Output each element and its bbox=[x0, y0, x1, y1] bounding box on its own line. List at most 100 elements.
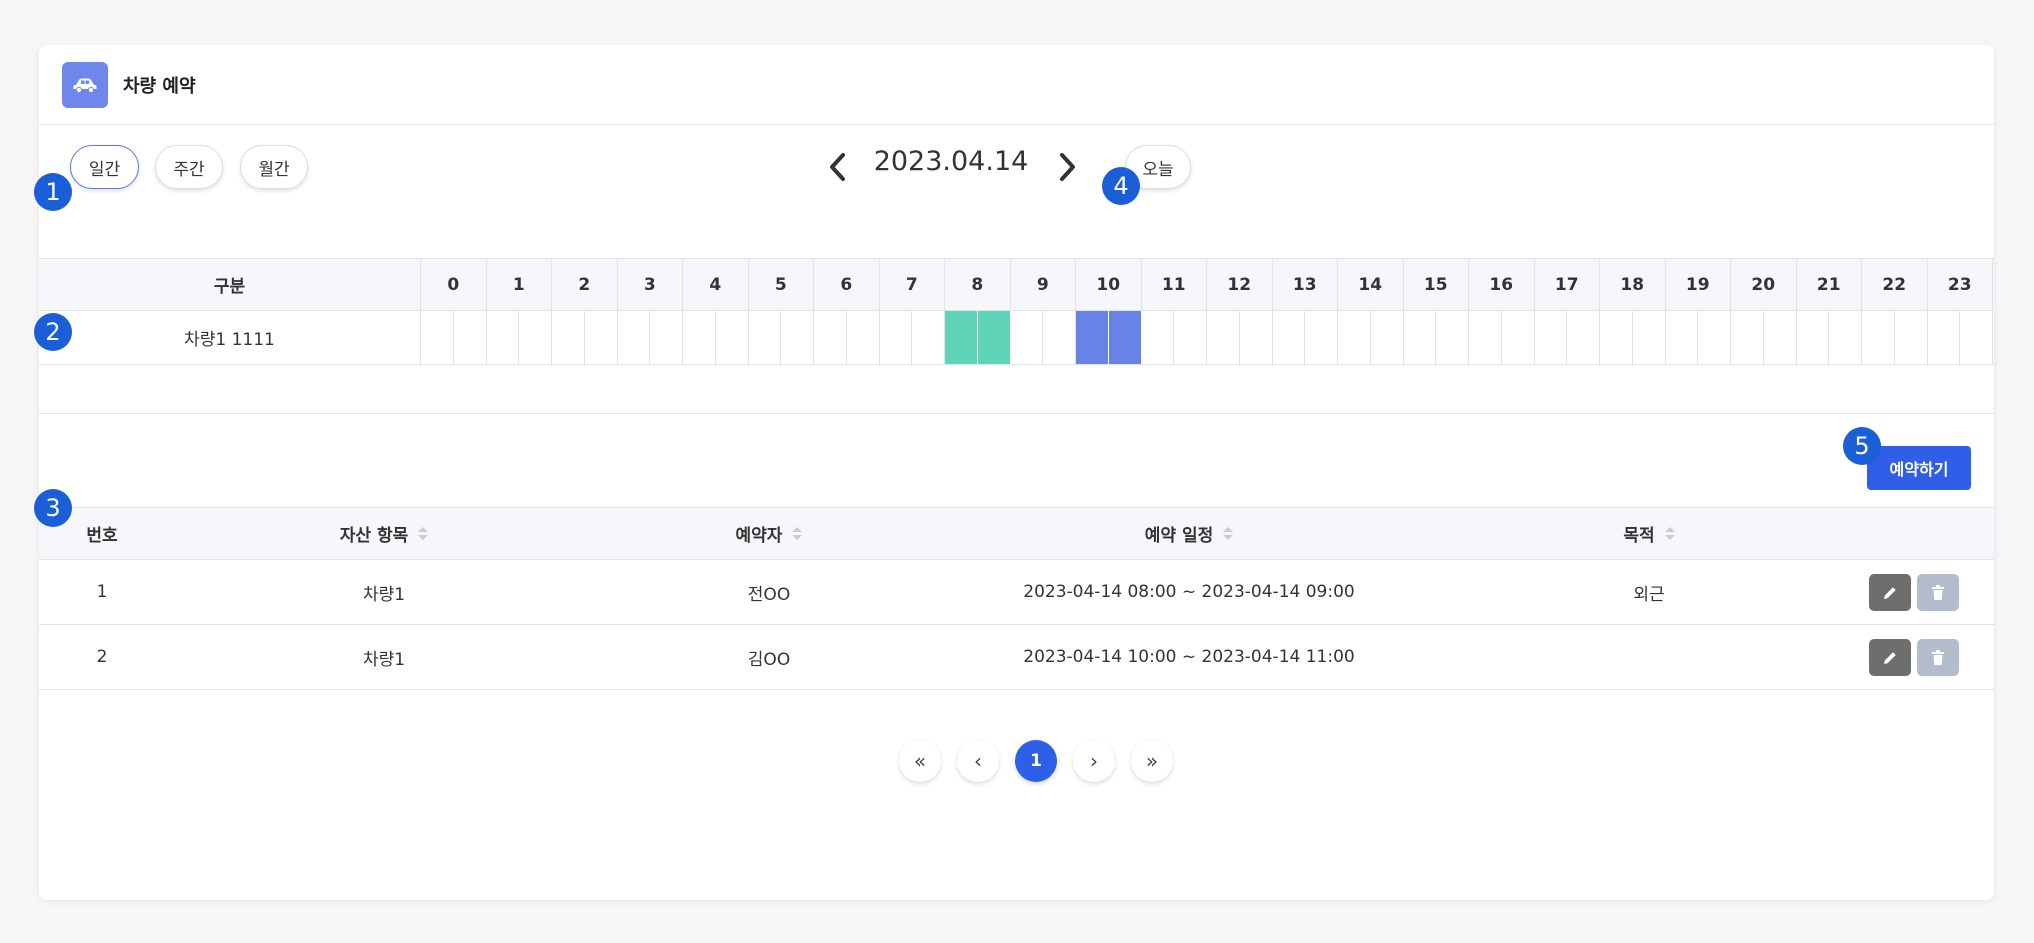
step-badge-1: 1 bbox=[34, 173, 72, 211]
hour-label: 1 bbox=[487, 259, 552, 310]
hour-label: 16 bbox=[1469, 259, 1535, 310]
sort-icon bbox=[1664, 526, 1675, 541]
sort-icon bbox=[1223, 526, 1234, 541]
sort-icon bbox=[792, 526, 803, 541]
time-slot[interactable] bbox=[1207, 311, 1240, 364]
time-slot[interactable] bbox=[1338, 311, 1371, 364]
time-slot[interactable] bbox=[1829, 311, 1862, 364]
time-slot[interactable] bbox=[1666, 311, 1699, 364]
column-header-asset[interactable]: 자산 항목 bbox=[199, 508, 569, 559]
page-1-button[interactable]: 1 bbox=[1015, 740, 1057, 782]
time-slot[interactable] bbox=[1043, 311, 1076, 364]
time-slot[interactable] bbox=[1469, 311, 1502, 364]
page-last-button[interactable]: » bbox=[1131, 740, 1173, 782]
booking-block[interactable] bbox=[1108, 311, 1142, 364]
cell-asset: 차량1 bbox=[362, 649, 406, 670]
reserve-button[interactable]: 예약하기 bbox=[1867, 446, 1971, 490]
time-slot[interactable] bbox=[1633, 311, 1666, 364]
timeline-row: 차량1 1111 bbox=[39, 311, 1994, 365]
cell-schedule: 2023-04-14 10:00 ~ 2023-04-14 11:00 bbox=[1023, 647, 1355, 667]
hour-label: 11 bbox=[1142, 259, 1207, 310]
time-slot[interactable] bbox=[1273, 311, 1306, 364]
timeline-header: 구분 0 1 2 3 4 5 6 7 8 9 10 11 12 13 14 15 16 17 18 19 20 21 22 2… bbox=[39, 258, 1994, 311]
column-header-schedule[interactable]: 예약 일정 bbox=[939, 508, 1439, 559]
hour-label: 19 bbox=[1666, 259, 1731, 310]
hour-label: 5 bbox=[749, 259, 814, 310]
time-slot[interactable] bbox=[1895, 311, 1928, 364]
table-row: 1 차량1 전OO 2023-04-14 08:00 ~ 2023-04-14 … bbox=[39, 560, 1994, 625]
time-slot[interactable] bbox=[1797, 311, 1830, 364]
column-header-booker[interactable]: 예약자 bbox=[599, 508, 939, 559]
cell-purpose: 외근 bbox=[1633, 584, 1665, 605]
table-row: 2 차량1 김OO 2023-04-14 10:00 ~ 2023-04-14 … bbox=[39, 625, 1994, 690]
page-next-button[interactable]: › bbox=[1073, 740, 1115, 782]
time-slot[interactable] bbox=[847, 311, 880, 364]
time-slot[interactable] bbox=[1698, 311, 1731, 364]
hour-label: 7 bbox=[880, 259, 945, 310]
hour-label: 10 bbox=[1076, 259, 1142, 310]
time-slot[interactable] bbox=[1404, 311, 1437, 364]
hour-label: 22 bbox=[1862, 259, 1928, 310]
timeline-header-label: 구분 bbox=[39, 259, 421, 310]
time-slot[interactable] bbox=[1862, 311, 1895, 364]
step-badge-3: 3 bbox=[34, 489, 72, 527]
hour-label: 8 bbox=[945, 259, 1011, 310]
time-slot[interactable] bbox=[650, 311, 683, 364]
time-slot[interactable] bbox=[487, 311, 520, 364]
page-first-button[interactable]: « bbox=[899, 740, 941, 782]
booking-block[interactable] bbox=[977, 311, 1011, 364]
time-slot[interactable] bbox=[716, 311, 749, 364]
time-slot[interactable] bbox=[552, 311, 585, 364]
time-slot[interactable] bbox=[1960, 311, 1993, 364]
time-slot[interactable] bbox=[1928, 311, 1961, 364]
time-slot[interactable] bbox=[814, 311, 847, 364]
time-slot[interactable] bbox=[880, 311, 913, 364]
pencil-icon bbox=[1884, 586, 1896, 599]
hour-label: 21 bbox=[1797, 259, 1862, 310]
delete-button[interactable] bbox=[1917, 639, 1959, 676]
cell-no: 1 bbox=[96, 582, 108, 602]
booking-block[interactable] bbox=[945, 311, 978, 364]
step-badge-4: 4 bbox=[1102, 167, 1140, 205]
edit-button[interactable] bbox=[1869, 639, 1911, 676]
page-prev-button[interactable]: ‹ bbox=[957, 740, 999, 782]
delete-button[interactable] bbox=[1917, 574, 1959, 611]
time-slot[interactable] bbox=[1731, 311, 1764, 364]
pencil-icon bbox=[1884, 651, 1896, 664]
time-slot[interactable] bbox=[1371, 311, 1404, 364]
time-slot[interactable] bbox=[1436, 311, 1469, 364]
time-slot[interactable] bbox=[1764, 311, 1797, 364]
time-slot[interactable] bbox=[1502, 311, 1535, 364]
time-slot[interactable] bbox=[1567, 311, 1600, 364]
time-slot[interactable] bbox=[454, 311, 487, 364]
time-slot[interactable] bbox=[1600, 311, 1633, 364]
cell-booker: 전OO bbox=[747, 584, 791, 605]
hour-label: 20 bbox=[1731, 259, 1797, 310]
time-slot[interactable] bbox=[1535, 311, 1568, 364]
time-slot[interactable] bbox=[683, 311, 716, 364]
hour-label: 18 bbox=[1600, 259, 1666, 310]
time-slot[interactable] bbox=[519, 311, 552, 364]
hour-label: 4 bbox=[683, 259, 749, 310]
time-slot[interactable] bbox=[912, 311, 945, 364]
hour-label: 14 bbox=[1338, 259, 1404, 310]
time-slot[interactable] bbox=[781, 311, 814, 364]
column-header-purpose[interactable]: 목적 bbox=[1439, 508, 1859, 559]
hour-label: 12 bbox=[1207, 259, 1273, 310]
time-slot[interactable] bbox=[1142, 311, 1175, 364]
time-slot[interactable] bbox=[1305, 311, 1338, 364]
cell-no: 2 bbox=[96, 647, 108, 667]
time-slot[interactable] bbox=[1240, 311, 1273, 364]
time-slot[interactable] bbox=[585, 311, 618, 364]
step-badge-5: 5 bbox=[1843, 427, 1881, 465]
time-slot[interactable] bbox=[1011, 311, 1044, 364]
cell-purpose bbox=[1439, 625, 1859, 689]
time-slot[interactable] bbox=[618, 311, 651, 364]
time-slot[interactable] bbox=[749, 311, 782, 364]
time-slot[interactable] bbox=[421, 311, 454, 364]
card-content: 구분 0 1 2 3 4 5 6 7 8 9 10 11 12 13 14 15 16 17 18 19 20 21 22 2… bbox=[39, 45, 1994, 900]
hour-label: 2 bbox=[552, 259, 618, 310]
booking-block[interactable] bbox=[1076, 311, 1109, 364]
edit-button[interactable] bbox=[1869, 574, 1911, 611]
time-slot[interactable] bbox=[1174, 311, 1207, 364]
